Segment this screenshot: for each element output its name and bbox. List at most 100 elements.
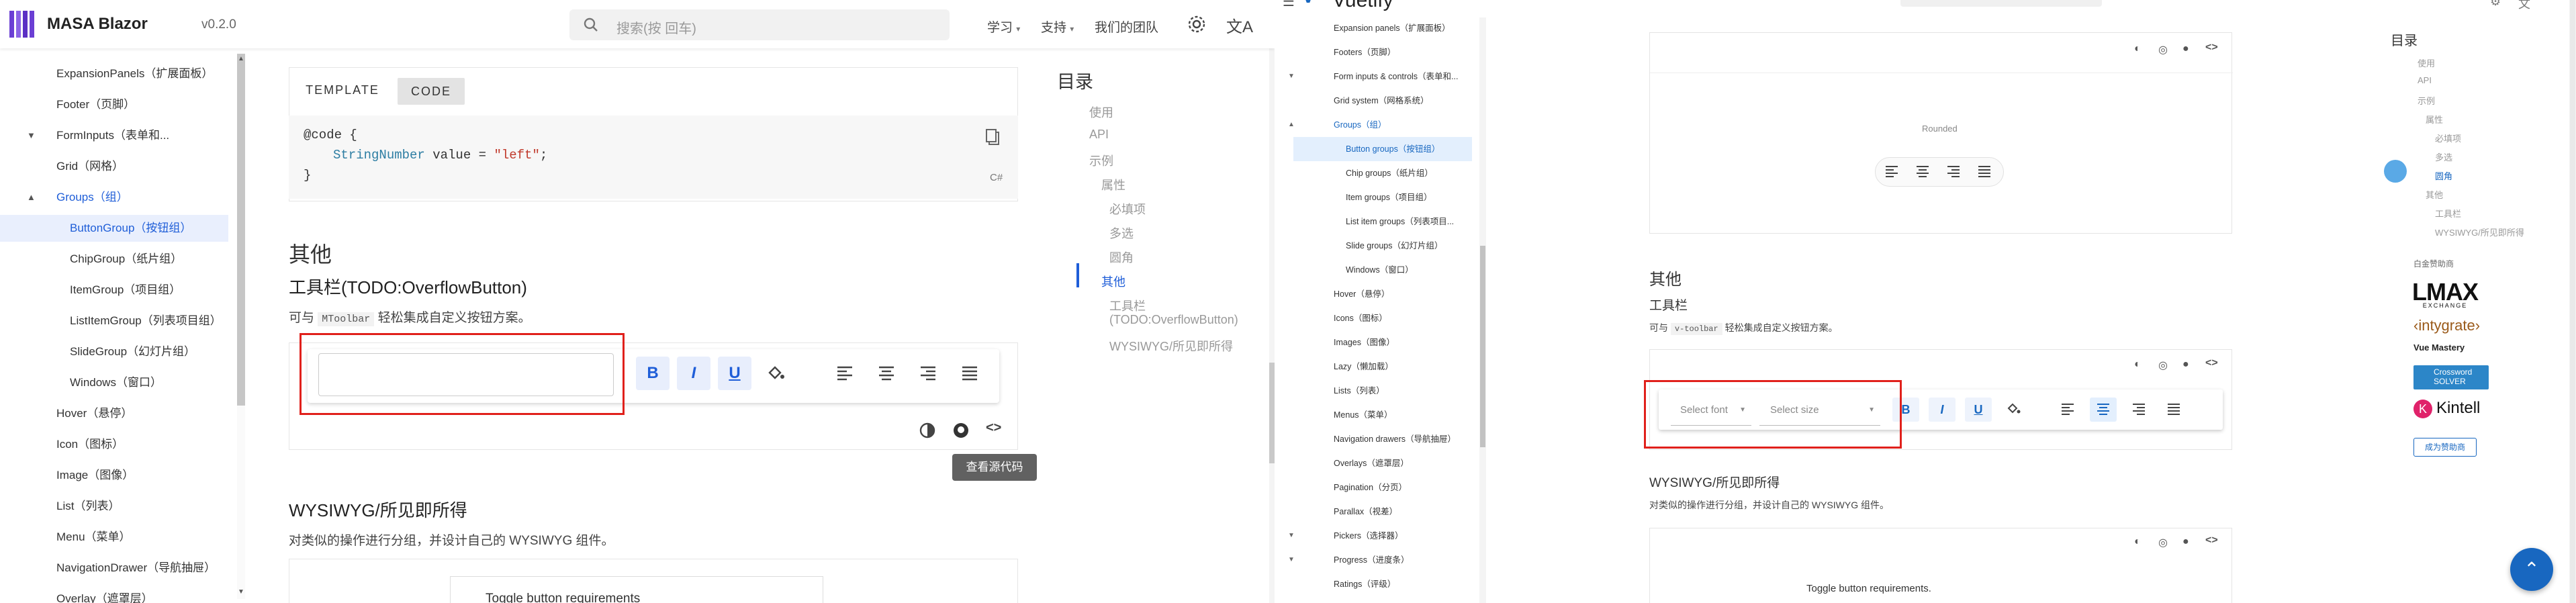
toc-item[interactable]: 必填项 bbox=[1109, 200, 1146, 218]
page-scrollbar[interactable] bbox=[1269, 0, 1275, 603]
toc-item[interactable]: API bbox=[2418, 75, 2432, 85]
nav-learn[interactable]: 学习 ▾ bbox=[987, 17, 1020, 36]
toc-item[interactable]: 多选 bbox=[2435, 150, 2452, 163]
toc-item[interactable]: 其他 bbox=[2426, 188, 2443, 201]
sidebar-item[interactable]: Hover（悬停） bbox=[0, 400, 228, 427]
sidebar-item[interactable]: Windows（窗口） bbox=[0, 369, 228, 396]
github-icon[interactable] bbox=[952, 422, 970, 439]
align-justify-icon[interactable] bbox=[960, 365, 979, 382]
scroll-to-top-button[interactable]: ⌃ bbox=[2510, 548, 2553, 591]
code-view-icon[interactable]: <> bbox=[2205, 42, 2218, 54]
theme-toggle-icon[interactable]: ◐ bbox=[2134, 536, 2141, 548]
align-justify-icon[interactable] bbox=[2166, 403, 2181, 415]
toc-item[interactable]: WYSIWYG/所见即所得 bbox=[2435, 226, 2524, 238]
toc-item[interactable]: API bbox=[1089, 128, 1109, 142]
toc-item[interactable]: WYSIWYG/所见即所得 bbox=[1109, 337, 1233, 355]
sidebar-item[interactable]: Grid system（网格系统） bbox=[1275, 89, 1476, 113]
sidebar-scrollbar[interactable]: ▲ ▼ bbox=[237, 54, 245, 599]
toc-item[interactable]: 工具栏 bbox=[1109, 297, 1146, 314]
align-left-icon[interactable] bbox=[835, 365, 854, 382]
sponsor-crossword-logo[interactable]: Crossword SOLVER bbox=[2413, 365, 2489, 389]
sidebar-item[interactable]: ExpansionPanels（扩展面板） bbox=[0, 60, 228, 87]
align-left-icon[interactable] bbox=[1884, 165, 1899, 177]
sidebar-item[interactable]: Grid（网格） bbox=[0, 153, 228, 180]
align-right-icon[interactable] bbox=[1946, 165, 1961, 177]
copy-icon[interactable] bbox=[984, 128, 1001, 146]
nav-team[interactable]: 我们的团队 bbox=[1095, 17, 1158, 36]
toc-item[interactable]: 示例 bbox=[1089, 152, 1113, 169]
tab-template[interactable]: TEMPLATE bbox=[298, 74, 387, 106]
sidebar-item[interactable]: NavigationDrawer（导航抽屉） bbox=[0, 555, 228, 582]
tab-code[interactable]: CODE bbox=[398, 78, 465, 105]
toc-item[interactable]: (TODO:OverflowButton) bbox=[1109, 313, 1238, 327]
search-box[interactable] bbox=[1900, 0, 2102, 7]
sponsor-intygrate-logo[interactable]: ‹intygrate› bbox=[2413, 317, 2480, 334]
theme-toggle-icon[interactable]: ◐ bbox=[2134, 359, 2141, 371]
align-right-icon[interactable] bbox=[2131, 403, 2146, 415]
toc-item[interactable]: 圆角 bbox=[2435, 169, 2452, 182]
sidebar-item[interactable]: Item groups（项目组） bbox=[1275, 185, 1476, 210]
sidebar-item[interactable]: Chip groups（纸片组） bbox=[1275, 161, 1476, 185]
sidebar-item[interactable]: SlideGroup（幻灯片组） bbox=[0, 338, 228, 365]
sidebar-item[interactable]: ButtonGroup（按钮组） bbox=[0, 215, 228, 242]
sidebar-item[interactable]: Expansion panels（扩展面板） bbox=[1275, 16, 1476, 40]
sidebar-item[interactable]: Menu（菜单） bbox=[0, 524, 228, 551]
settings-icon[interactable]: ⚙ bbox=[2490, 0, 2501, 9]
sidebar-item[interactable]: List item groups（列表项目... bbox=[1275, 210, 1476, 234]
sidebar-item[interactable]: Windows（窗口） bbox=[1275, 258, 1476, 282]
theme-toggle-icon[interactable]: ◐ bbox=[2134, 43, 2141, 55]
translate-icon[interactable]: 文 bbox=[2518, 0, 2530, 12]
align-right-icon[interactable] bbox=[919, 365, 937, 382]
sidebar-item[interactable]: Pagination（分页） bbox=[1275, 475, 1476, 500]
toc-item[interactable]: 必填项 bbox=[2435, 132, 2461, 144]
gear-icon[interactable] bbox=[1187, 15, 1206, 34]
masa-logo-icon[interactable] bbox=[7, 7, 42, 42]
sponsor-vue-mastery-logo[interactable]: Vue Mastery bbox=[2413, 342, 2465, 353]
sidebar-item[interactable]: ListItemGroup（列表项目组） bbox=[0, 308, 228, 334]
toc-item[interactable]: 工具栏 bbox=[2435, 207, 2461, 220]
toc-item[interactable]: 使用 bbox=[1089, 103, 1113, 121]
sidebar-item[interactable]: ▼ Form inputs & controls（表单和... bbox=[1275, 64, 1476, 89]
sidebar-item[interactable]: Footers（页脚） bbox=[1275, 40, 1476, 64]
code-view-icon[interactable]: <> bbox=[986, 420, 1001, 436]
become-sponsor-button[interactable]: 成为赞助商 bbox=[2413, 438, 2477, 457]
sidebar-item[interactable]: Footer（页脚） bbox=[0, 91, 228, 118]
codepen-icon[interactable]: ◎ bbox=[2158, 536, 2168, 549]
sidebar-item[interactable]: ▲ Groups（组） bbox=[0, 184, 228, 211]
code-view-icon[interactable]: <> bbox=[2205, 357, 2218, 369]
sidebar-item[interactable]: ChipGroup（纸片组） bbox=[0, 246, 228, 273]
sponsor-lmax-logo[interactable]: LMAX EXCHANGE bbox=[2412, 278, 2479, 309]
toc-item[interactable]: 多选 bbox=[1109, 224, 1134, 242]
sidebar-item[interactable]: Lists（列表） bbox=[1275, 379, 1476, 403]
toc-item[interactable]: 属性 bbox=[2426, 113, 2443, 126]
toc-item[interactable]: 使用 bbox=[2418, 56, 2435, 69]
sponsor-kintell-logo[interactable]: K Kintell bbox=[2413, 399, 2480, 418]
page-scrollbar[interactable] bbox=[2569, 0, 2576, 603]
sidebar-item[interactable]: Button groups（按钮组） bbox=[1293, 137, 1472, 161]
sidebar-item[interactable]: Icons（图标） bbox=[1275, 306, 1476, 330]
sidebar-item[interactable]: ▼ Pickers（选择器） bbox=[1275, 524, 1476, 548]
sidebar-item[interactable]: Images（图像） bbox=[1275, 330, 1476, 355]
italic-button[interactable]: I bbox=[677, 357, 710, 390]
theme-toggle-icon[interactable] bbox=[919, 422, 936, 439]
sidebar-item[interactable]: Menus（菜单） bbox=[1275, 403, 1476, 427]
sidebar-item[interactable]: Ratings（评级） bbox=[1275, 572, 1476, 596]
underline-button[interactable]: U bbox=[718, 357, 751, 390]
code-view-icon[interactable]: <> bbox=[2205, 535, 2218, 547]
vuetify-logo-icon[interactable]: V bbox=[1301, 0, 1315, 8]
toc-item[interactable]: 示例 bbox=[2418, 94, 2435, 107]
sidebar-item[interactable]: Overlay（遮罩层） bbox=[0, 586, 228, 603]
codepen-icon[interactable]: ◎ bbox=[2158, 359, 2168, 372]
sidebar-item[interactable]: List（列表） bbox=[0, 493, 228, 520]
align-justify-icon[interactable] bbox=[1977, 165, 1992, 177]
sidebar-item[interactable]: Parallax（视差） bbox=[1275, 500, 1476, 524]
italic-button[interactable]: I bbox=[1929, 398, 1956, 422]
sidebar-item[interactable]: ▲ Groups（组） bbox=[1275, 113, 1476, 137]
align-left-icon[interactable] bbox=[2060, 403, 2075, 415]
sidebar-item[interactable]: ItemGroup（项目组） bbox=[0, 277, 228, 304]
sidebar-item[interactable]: Hover（悬停） bbox=[1275, 282, 1476, 306]
align-center-icon[interactable] bbox=[877, 365, 896, 382]
sidebar-scrollbar[interactable] bbox=[1479, 17, 1486, 603]
sidebar-item[interactable]: ▼ Progress（进度条） bbox=[1275, 548, 1476, 572]
github-icon[interactable]: ● bbox=[2182, 359, 2189, 371]
